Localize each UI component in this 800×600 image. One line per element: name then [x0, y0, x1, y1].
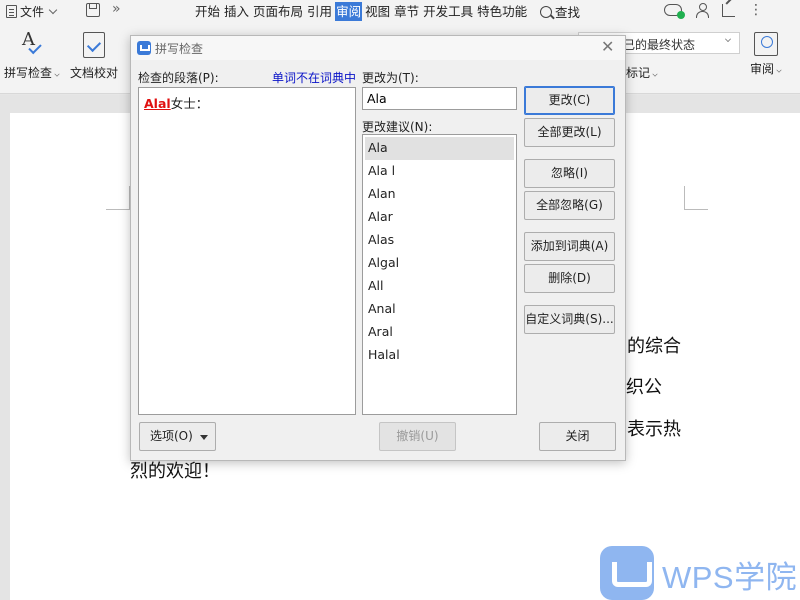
options-label: 选项(O)	[150, 429, 193, 443]
review-label: 审阅	[750, 62, 775, 76]
wps-app-icon	[137, 41, 151, 55]
options-button[interactable]: 选项(O)	[139, 422, 216, 451]
doc-line-2: 织公	[626, 377, 662, 398]
change-all-button[interactable]: 全部更改(L)	[524, 118, 615, 147]
wps-watermark-text: WPS学院	[662, 560, 798, 595]
delete-button[interactable]: 删除(D)	[524, 264, 615, 293]
suggestion-item[interactable]: Anal	[365, 298, 514, 321]
markup-label: 标记	[626, 66, 651, 80]
file-menu[interactable]: 文件	[6, 3, 58, 20]
suggestions-list[interactable]: Ala Ala l Alan Alar Alas Algal All Anal …	[362, 134, 517, 415]
suggestion-item[interactable]: Algal	[365, 252, 514, 275]
tab-page-layout[interactable]: 页面布局	[252, 2, 304, 21]
suggestion-item[interactable]: Alar	[365, 206, 514, 229]
menu-bar: 文件 » 开始 插入 页面布局 引用 审阅 视图 章节 开发工具 特色功能 查找…	[0, 0, 800, 24]
display-state-value: 己的最终状态	[623, 38, 696, 52]
tab-section[interactable]: 章节	[393, 2, 420, 21]
search-label: 查找	[555, 5, 581, 20]
caret-down-icon	[200, 435, 208, 440]
paragraph-text-box[interactable]: Alal女士：	[138, 87, 356, 415]
tab-references[interactable]: 引用	[306, 2, 333, 21]
top-right-icons: ⋮	[664, 3, 763, 19]
doc-proof-icon	[83, 32, 105, 58]
paragraph-rest: 女士：	[170, 96, 209, 111]
suggestion-item[interactable]: Ala l	[365, 160, 514, 183]
suggestion-item[interactable]: All	[365, 275, 514, 298]
suggestion-item[interactable]: Alas	[365, 229, 514, 252]
doc-proof-label: 文档校对	[70, 66, 119, 80]
suggestion-item[interactable]: Ala	[365, 137, 514, 160]
suggestion-item[interactable]: Aral	[365, 321, 514, 344]
more-options-icon[interactable]: ⋮	[749, 3, 763, 17]
spell-check-button[interactable]: A 拼写检查	[4, 29, 60, 81]
doc-line-1: 的综合	[627, 336, 681, 357]
margin-corner-right	[684, 186, 708, 210]
tab-features[interactable]: 特色功能	[476, 2, 528, 21]
add-to-dict-button[interactable]: 添加到词典(A)	[524, 232, 615, 261]
file-icon	[6, 5, 17, 18]
dialog-title: 拼写检查	[155, 42, 204, 56]
close-icon[interactable]: ✕	[601, 39, 614, 55]
close-button[interactable]: 关闭	[539, 422, 616, 451]
doc-proof-button[interactable]: 文档校对	[70, 32, 118, 81]
change-to-input[interactable]	[362, 87, 517, 110]
review-icon	[754, 32, 778, 56]
cloud-sync-icon[interactable]	[664, 4, 685, 19]
ignore-button[interactable]: 忽略(I)	[524, 159, 615, 188]
spell-check-icon: A	[19, 29, 45, 58]
not-in-dict-label: 单词不在词典中	[272, 71, 357, 85]
tab-insert[interactable]: 插入	[223, 2, 250, 21]
chevron-down-icon	[48, 5, 58, 14]
tab-home[interactable]: 开始	[194, 2, 221, 21]
markup-button[interactable]: 标记	[626, 64, 658, 81]
spell-check-dialog: 拼写检查 ✕ 检查的段落(P): 单词不在词典中 Alal女士： 更改为(T):…	[130, 35, 626, 461]
change-button[interactable]: 更改(C)	[524, 86, 615, 115]
change-to-label: 更改为(T):	[362, 71, 419, 85]
search-button[interactable]: 查找	[540, 2, 580, 21]
search-icon	[540, 5, 552, 18]
margin-corner-left	[106, 186, 130, 210]
paragraph-label: 检查的段落(P):	[138, 71, 219, 85]
suggestion-item[interactable]: Halal	[365, 344, 514, 367]
chevron-down-icon	[725, 36, 731, 42]
tab-view[interactable]: 视图	[364, 2, 391, 21]
collaborate-icon[interactable]	[696, 3, 709, 18]
undo-button[interactable]: 撤销(U)	[379, 422, 456, 451]
more-icon[interactable]: »	[112, 1, 121, 17]
review-pane-button[interactable]: 审阅	[750, 32, 782, 77]
suggestion-item[interactable]: Alan	[365, 183, 514, 206]
tab-review[interactable]: 审阅	[335, 2, 363, 21]
tab-developer[interactable]: 开发工具	[422, 2, 474, 21]
spell-check-label: 拼写检查	[4, 66, 53, 80]
ignore-all-button[interactable]: 全部忽略(G)	[524, 191, 615, 220]
misspelled-word: Alal	[144, 96, 171, 111]
custom-dict-button[interactable]: 自定义词典(S)...	[524, 305, 615, 334]
dialog-title-bar[interactable]: 拼写检查 ✕	[131, 36, 625, 60]
share-icon[interactable]	[722, 3, 735, 17]
suggestions-label: 更改建议(N):	[362, 120, 433, 134]
file-menu-label: 文件	[20, 5, 45, 19]
save-icon[interactable]	[86, 3, 100, 17]
doc-line-3: 表示热	[627, 419, 681, 440]
wps-logo	[600, 546, 654, 600]
ribbon-tabs: 开始 插入 页面布局 引用 审阅 视图 章节 开发工具 特色功能	[194, 2, 530, 21]
